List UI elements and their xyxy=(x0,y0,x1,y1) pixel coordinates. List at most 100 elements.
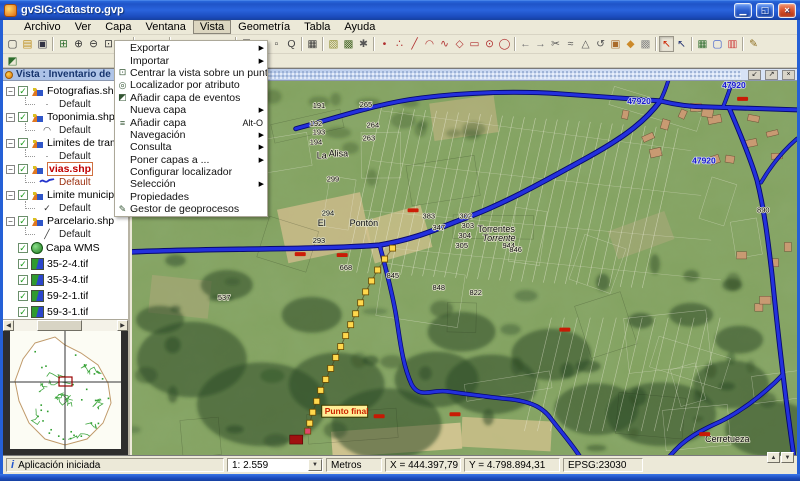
layer-name[interactable]: Fotografias.shp xyxy=(47,85,119,97)
draw-ellipse-icon[interactable]: ◯ xyxy=(497,36,512,52)
route-node[interactable] xyxy=(369,278,375,284)
overview-locator[interactable] xyxy=(3,331,128,455)
layer-checkbox[interactable]: ✓ xyxy=(18,275,28,285)
layer-name[interactable]: Capa WMS xyxy=(46,242,100,254)
annotation-icon[interactable]: ▧ xyxy=(326,36,341,52)
route-node[interactable] xyxy=(343,333,349,339)
toolbox-icon[interactable]: ✱ xyxy=(356,36,371,52)
photo-manager-icon[interactable]: ▩ xyxy=(341,36,356,52)
toc-layer-parcelario-shp[interactable]: −✓ Parcelario.shp xyxy=(3,214,128,228)
draw-multipoint-icon[interactable]: ∴ xyxy=(392,36,407,52)
layer-name[interactable]: 35-3-4.tif xyxy=(47,274,88,286)
menu-tabla[interactable]: Tabla xyxy=(297,20,337,34)
layout-doc-icon[interactable]: ▢ xyxy=(710,36,725,52)
fill-style-icon[interactable]: ◆ xyxy=(623,36,638,52)
toc-horizontal-scrollbar[interactable]: ◀ ▶ xyxy=(3,319,128,331)
route-node[interactable] xyxy=(328,365,334,371)
expand-icon[interactable]: − xyxy=(6,87,15,96)
new-document-icon[interactable]: ▢ xyxy=(5,36,20,52)
rotate-icon[interactable]: ↺ xyxy=(593,36,608,52)
menu-geometria[interactable]: Geometría xyxy=(231,20,297,34)
toc-layer-35-2-4-tif[interactable]: ✓35-2-4.tif xyxy=(3,256,128,272)
menu-item-anadir-capa-de-eventos[interactable]: ◩Añadir capa de eventos xyxy=(115,92,267,104)
route-node[interactable] xyxy=(363,289,369,295)
edit-session-icon[interactable]: ✎ xyxy=(746,36,761,52)
select-region-icon[interactable]: ▫ xyxy=(269,36,284,52)
attribute-table-icon[interactable]: ▦ xyxy=(695,36,710,52)
route-node[interactable] xyxy=(390,245,396,251)
layer-name[interactable]: Toponimia.shp xyxy=(47,111,115,123)
route-node[interactable] xyxy=(323,376,329,382)
draw-point-icon[interactable]: • xyxy=(377,36,392,52)
add-event-layer-icon[interactable]: ◩ xyxy=(5,53,20,69)
layer-checkbox[interactable]: ✓ xyxy=(18,243,28,253)
minimize-button[interactable]: ▁ xyxy=(734,3,752,18)
layer-checkbox[interactable]: ✓ xyxy=(18,164,28,174)
menu-item-importar[interactable]: Importar▶ xyxy=(115,54,267,66)
menu-ver[interactable]: Ver xyxy=(68,20,99,34)
open-project-icon[interactable]: ▤ xyxy=(20,36,35,52)
expand-icon[interactable]: − xyxy=(6,217,15,226)
menu-item-consulta[interactable]: Consulta▶ xyxy=(115,141,267,153)
draw-line-icon[interactable]: ╱ xyxy=(407,36,422,52)
draw-circle-icon[interactable]: ⊙ xyxy=(482,36,497,52)
expand-icon[interactable]: − xyxy=(6,139,15,148)
draw-arc-icon[interactable]: ◠ xyxy=(422,36,437,52)
layer-name[interactable]: 59-3-1.tif xyxy=(47,306,88,318)
toc-layer-limite-municipal-shp[interactable]: −✓Limite municipal.shp xyxy=(3,188,128,202)
undo-icon[interactable]: ← xyxy=(518,36,533,52)
toc-layer-vias-shp[interactable]: −✓vias.shp xyxy=(3,162,128,176)
reshape-icon[interactable]: ≈ xyxy=(563,36,578,52)
layer-checkbox[interactable]: ✓ xyxy=(18,190,28,200)
layer-checkbox[interactable]: ✓ xyxy=(18,112,28,122)
route-node[interactable] xyxy=(375,267,381,273)
close-window-button[interactable]: × xyxy=(782,70,795,80)
draw-rectangle-icon[interactable]: ▭ xyxy=(467,36,482,52)
route-node[interactable] xyxy=(348,322,354,328)
toc-layer-35-3-4-tif[interactable]: ✓ 35-3-4.tif xyxy=(3,272,128,288)
menu-item-localizador-por-atributo[interactable]: ◎Localizador por atributo xyxy=(115,79,267,91)
select-feature-icon[interactable]: ↖ xyxy=(659,36,674,52)
layer-name[interactable]: Parcelario.shp xyxy=(47,215,114,227)
scrollbar-thumb[interactable] xyxy=(37,320,82,331)
redo-icon[interactable]: → xyxy=(533,36,548,52)
zoom-in-icon[interactable]: ⊕ xyxy=(71,36,86,52)
restore-button[interactable]: ◱ xyxy=(756,3,774,18)
layer-checkbox[interactable]: ✓ xyxy=(18,291,28,301)
flip-icon[interactable]: △ xyxy=(578,36,593,52)
toc-layer-fotografias-shp[interactable]: −✓ Fotografias.shp xyxy=(3,84,128,98)
route-end-node[interactable] xyxy=(305,428,311,434)
draw-polyline-icon[interactable]: ∿ xyxy=(437,36,452,52)
route-node[interactable] xyxy=(310,409,316,415)
layer-checkbox[interactable]: ✓ xyxy=(18,86,28,96)
layer-checkbox[interactable]: ✓ xyxy=(18,216,28,226)
split-geometry-icon[interactable]: ✂ xyxy=(548,36,563,52)
menu-item-nueva-capa[interactable]: Nueva capa▶ xyxy=(115,104,267,116)
menu-item-centrar-la-vista-sobre-un-punto[interactable]: ⊡Centrar la vista sobre un punto xyxy=(115,67,267,79)
menu-ventana[interactable]: Ventana xyxy=(139,20,193,34)
route-node[interactable] xyxy=(382,256,388,262)
scrollbar-track[interactable] xyxy=(14,320,117,331)
toc-layer-59-2-1-tif[interactable]: ✓59-2-1.tif xyxy=(3,288,128,304)
menu-item-anadir-capa[interactable]: ≡Añadir capaAlt-O xyxy=(115,116,267,128)
route-node[interactable] xyxy=(314,398,320,404)
save-project-icon[interactable]: ▣ xyxy=(35,36,50,52)
toc-layer-capa-wms[interactable]: ✓ Capa WMS xyxy=(3,240,128,256)
menu-item-poner-capas-a[interactable]: Poner capas a ...▶ xyxy=(115,154,267,166)
menu-vista[interactable]: Vista xyxy=(193,20,231,34)
route-node[interactable] xyxy=(318,387,324,393)
layer-checkbox[interactable]: ✓ xyxy=(18,259,28,269)
draw-polygon-icon[interactable]: ◇ xyxy=(452,36,467,52)
close-button[interactable]: × xyxy=(778,3,796,18)
query-icon[interactable]: Q xyxy=(284,36,299,52)
expand-icon[interactable]: − xyxy=(6,165,15,174)
export-image-icon[interactable]: ▦ xyxy=(305,36,320,52)
menu-item-seleccion[interactable]: Selección▶ xyxy=(115,178,267,190)
zoom-out-icon[interactable]: ⊖ xyxy=(86,36,101,52)
route-node[interactable] xyxy=(358,300,364,306)
maximize-window-button[interactable]: ↗ xyxy=(765,70,778,80)
scroll-left-icon[interactable]: ◀ xyxy=(3,320,14,331)
route-node[interactable] xyxy=(333,355,339,361)
arrange-window-button[interactable]: ↙ xyxy=(748,70,761,80)
report-doc-icon[interactable]: ▥ xyxy=(725,36,740,52)
